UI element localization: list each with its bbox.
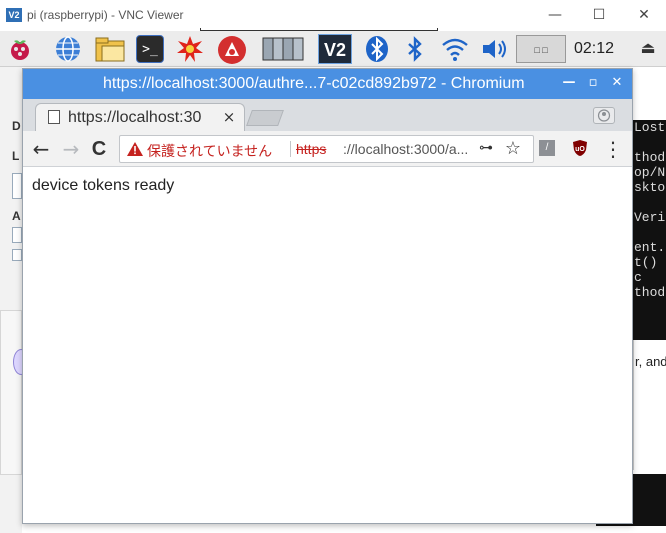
tab-title: https://localhost:30 bbox=[68, 109, 202, 126]
profile-icon[interactable] bbox=[593, 107, 615, 124]
volume-icon[interactable] bbox=[480, 36, 510, 62]
tab-close-icon[interactable]: × bbox=[220, 108, 238, 126]
svg-text:uO: uO bbox=[575, 146, 585, 153]
terminal-line: thod: bbox=[634, 285, 666, 300]
tab-active[interactable]: https://localhost:30 × bbox=[35, 103, 245, 131]
chromium-minimize-button[interactable]: — bbox=[559, 73, 579, 93]
vnc-titlebar: V2 pi (raspberrypi) - VNC Viewer — ☐ ✕ bbox=[0, 0, 666, 31]
background-text: r, and bbox=[635, 354, 666, 369]
wolfram-icon[interactable] bbox=[216, 35, 246, 64]
background-panel-left bbox=[0, 310, 29, 475]
forward-button[interactable]: → bbox=[59, 137, 83, 161]
security-status-text[interactable]: 保護されていません bbox=[147, 141, 272, 161]
terminal-line: Lost bbox=[634, 120, 666, 135]
window-list-icon[interactable] bbox=[262, 35, 304, 63]
chromium-window-title: https://localhost:3000/authre...7-c02cd8… bbox=[103, 75, 525, 92]
terminal-line: sktop bbox=[634, 180, 666, 195]
terminal-line: t() c bbox=[634, 255, 658, 285]
vnc-close-button[interactable]: ✕ bbox=[629, 4, 659, 26]
omnibox[interactable]: 保護されていません https ://localhost:3000/a... ⊶… bbox=[119, 135, 534, 163]
terminal-line: ent. bbox=[634, 240, 666, 255]
new-tab-button[interactable] bbox=[246, 110, 284, 126]
chromium-close-button[interactable]: ✕ bbox=[607, 73, 627, 93]
file-manager-icon[interactable] bbox=[94, 35, 125, 63]
web-browser-icon[interactable] bbox=[54, 35, 82, 63]
key-icon[interactable]: ⊶ bbox=[476, 140, 496, 158]
extension-icon[interactable]: / bbox=[539, 140, 555, 156]
background-letter: A bbox=[12, 209, 21, 223]
omnibox-divider bbox=[290, 141, 291, 157]
page-message: device tokens ready bbox=[32, 177, 175, 194]
bluetooth-status-icon[interactable] bbox=[404, 35, 426, 63]
background-checkbox bbox=[12, 249, 22, 261]
eject-icon[interactable]: ⏏ bbox=[636, 38, 660, 60]
chromium-window: https://localhost:3000/authre...7-c02cd8… bbox=[22, 68, 633, 524]
background-terminal: Lost thod: op/No sktop Verif ent. t() c … bbox=[633, 120, 666, 340]
taskbar-clock[interactable]: 02:12 bbox=[574, 40, 614, 58]
warning-icon[interactable] bbox=[126, 141, 144, 157]
browser-menu-button[interactable]: ⋮ bbox=[603, 137, 623, 161]
browser-toolbar: ← → C 保護されていません https ://localhost:3000/… bbox=[23, 131, 632, 167]
reload-button[interactable]: C bbox=[87, 137, 111, 161]
terminal-line: thod: bbox=[634, 150, 666, 165]
vnc-server-icon[interactable]: V2 bbox=[318, 34, 352, 64]
cpu-monitor-graph[interactable]: □ □ bbox=[516, 35, 566, 63]
ublock-origin-icon[interactable]: uO bbox=[572, 139, 588, 157]
back-button[interactable]: ← bbox=[29, 137, 53, 161]
background-letter: D bbox=[12, 119, 21, 133]
background-field bbox=[12, 173, 22, 199]
url-scheme: https bbox=[296, 141, 327, 157]
vnc-window-title: pi (raspberrypi) - VNC Viewer bbox=[27, 8, 184, 22]
vnc-minimize-button[interactable]: — bbox=[540, 4, 570, 26]
vnc-maximize-button[interactable]: ☐ bbox=[584, 4, 614, 26]
raspberry-menu-icon[interactable] bbox=[6, 35, 34, 63]
bookmark-star-icon[interactable]: ☆ bbox=[503, 138, 523, 159]
vnc-logo-icon: V2 bbox=[6, 8, 22, 22]
burst-app-icon[interactable] bbox=[176, 35, 204, 63]
chromium-maximize-button[interactable]: ▫ bbox=[583, 73, 603, 93]
terminal-line: op/No bbox=[634, 165, 666, 180]
background-panel-right: r, and bbox=[633, 340, 666, 470]
url-text: ://localhost:3000/a... bbox=[343, 141, 468, 157]
page-content: device tokens ready bbox=[23, 167, 632, 523]
page-icon bbox=[48, 110, 60, 124]
wifi-icon[interactable] bbox=[440, 35, 470, 63]
tab-strip: https://localhost:30 × bbox=[23, 99, 632, 131]
chromium-titlebar[interactable]: https://localhost:3000/authre...7-c02cd8… bbox=[23, 69, 632, 99]
terminal-icon[interactable]: >_ bbox=[136, 35, 164, 63]
background-field bbox=[12, 227, 22, 243]
terminal-line: Verif bbox=[634, 210, 666, 225]
bluetooth-icon[interactable] bbox=[364, 35, 390, 63]
background-letter: L bbox=[12, 149, 20, 163]
